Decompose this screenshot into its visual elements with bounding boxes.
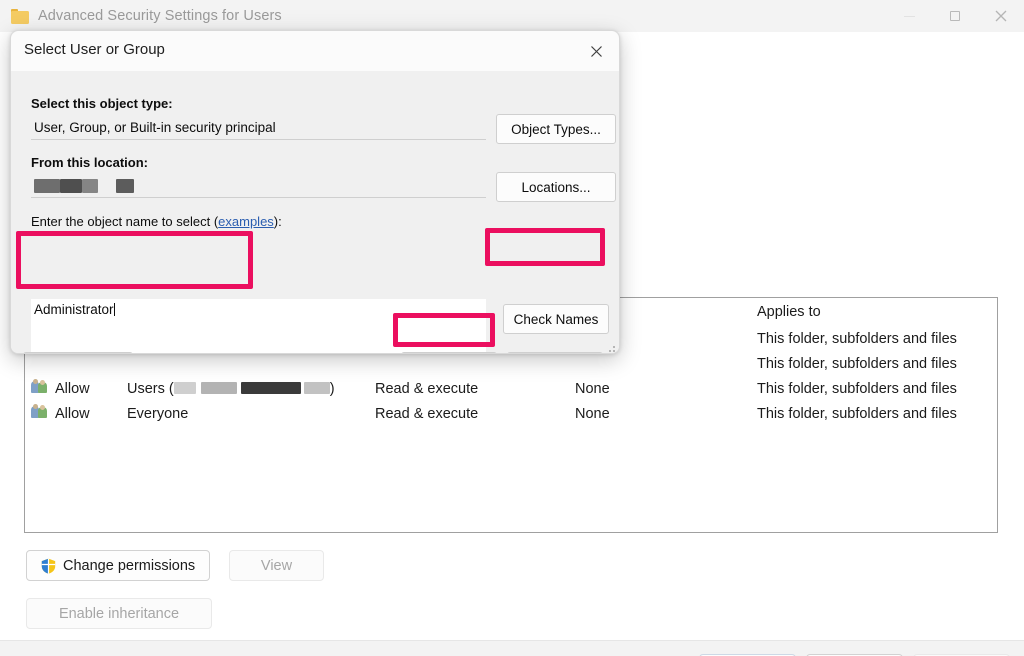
cell-access: Read & execute — [375, 381, 575, 397]
object-name-label-before: Enter the object name to select ( — [31, 214, 218, 229]
table-row[interactable]: Allow Everyone Read & execute None This … — [25, 401, 997, 426]
object-types-label: Object Types... — [511, 122, 601, 137]
redaction-block — [34, 179, 60, 193]
cell-access: Read & execute — [375, 406, 575, 422]
cell-principal: Everyone — [127, 406, 375, 422]
object-name-label-after: ): — [274, 214, 282, 229]
redaction-block — [82, 179, 98, 193]
cell-applies-to: This folder, subfolders and files — [757, 356, 997, 372]
object-name-label: Enter the object name to select (example… — [31, 214, 282, 229]
object-types-button[interactable]: Object Types... — [496, 114, 616, 144]
change-permissions-label: Change permissions — [63, 558, 195, 574]
cell-applies-to: This folder, subfolders and files — [757, 381, 997, 397]
redaction-block — [241, 382, 301, 394]
object-type-label: Select this object type: — [31, 96, 173, 111]
dialog-title: Select User or Group — [24, 41, 165, 58]
enable-inheritance-label: Enable inheritance — [59, 606, 179, 622]
cell-inherited-from: None — [575, 406, 757, 422]
principal-prefix: Users ( — [127, 381, 174, 397]
select-user-or-group-dialog: Select User or Group Select this object … — [10, 30, 620, 354]
cell-type: Allow — [55, 381, 127, 397]
column-header-applies-to[interactable]: Applies to — [757, 304, 997, 320]
resize-grip[interactable] — [605, 342, 615, 352]
uac-shield-icon — [41, 558, 56, 574]
text-caret — [114, 303, 115, 316]
locations-label: Locations... — [521, 180, 590, 195]
minimize-icon[interactable] — [886, 0, 932, 32]
dialog-ok-button[interactable]: OK — [401, 352, 497, 354]
maximize-icon[interactable] — [932, 0, 978, 32]
examples-link[interactable]: examples — [218, 214, 274, 229]
table-row[interactable]: Allow Users () Read & execute None This … — [25, 376, 997, 401]
cell-applies-to: This folder, subfolders and files — [757, 331, 997, 347]
check-names-button[interactable]: Check Names — [503, 304, 609, 334]
table-row[interactable]: This folder, subfolders and files — [25, 351, 997, 376]
redaction-block — [201, 382, 237, 394]
object-type-field[interactable]: User, Group, or Built-in security princi… — [31, 116, 486, 140]
dialog-body: Select this object type: User, Group, or… — [11, 71, 619, 354]
close-icon[interactable] — [978, 0, 1024, 32]
window-caption-buttons — [886, 0, 1024, 32]
close-icon[interactable] — [573, 31, 619, 71]
cell-applies-to: This folder, subfolders and files — [757, 406, 997, 422]
dialog-cancel-button[interactable]: Cancel — [507, 352, 603, 354]
redaction-block — [304, 382, 330, 394]
screen: Advanced Security Settings for Users n e… — [0, 0, 1024, 656]
folder-icon — [11, 9, 29, 24]
redaction-block — [116, 179, 134, 193]
cell-type: Allow — [55, 406, 127, 422]
locations-button[interactable]: Locations... — [496, 172, 616, 202]
view-button[interactable]: View — [229, 550, 324, 581]
from-this-location-label: From this location: — [31, 155, 148, 170]
view-label: View — [261, 558, 292, 574]
object-name-value: Administrator — [34, 302, 114, 317]
from-this-location-field[interactable] — [31, 174, 486, 198]
enable-inheritance-button[interactable]: Enable inheritance — [26, 598, 212, 629]
check-names-label: Check Names — [514, 312, 599, 327]
window-title: Advanced Security Settings for Users — [38, 8, 282, 24]
redaction-block — [174, 382, 196, 394]
principal-suffix: ) — [330, 381, 335, 397]
cell-inherited-from: None — [575, 381, 757, 397]
cell-principal: Users () — [127, 381, 375, 397]
users-group-icon — [25, 404, 55, 423]
object-name-textarea[interactable]: Administrator — [31, 299, 486, 354]
window-titlebar: Advanced Security Settings for Users — [0, 0, 1024, 32]
change-permissions-button[interactable]: Change permissions — [26, 550, 210, 581]
advanced-button[interactable]: Advanced... — [23, 352, 133, 354]
dialog-titlebar: Select User or Group — [11, 31, 619, 71]
redaction-block — [60, 179, 82, 193]
users-group-icon — [25, 379, 55, 398]
